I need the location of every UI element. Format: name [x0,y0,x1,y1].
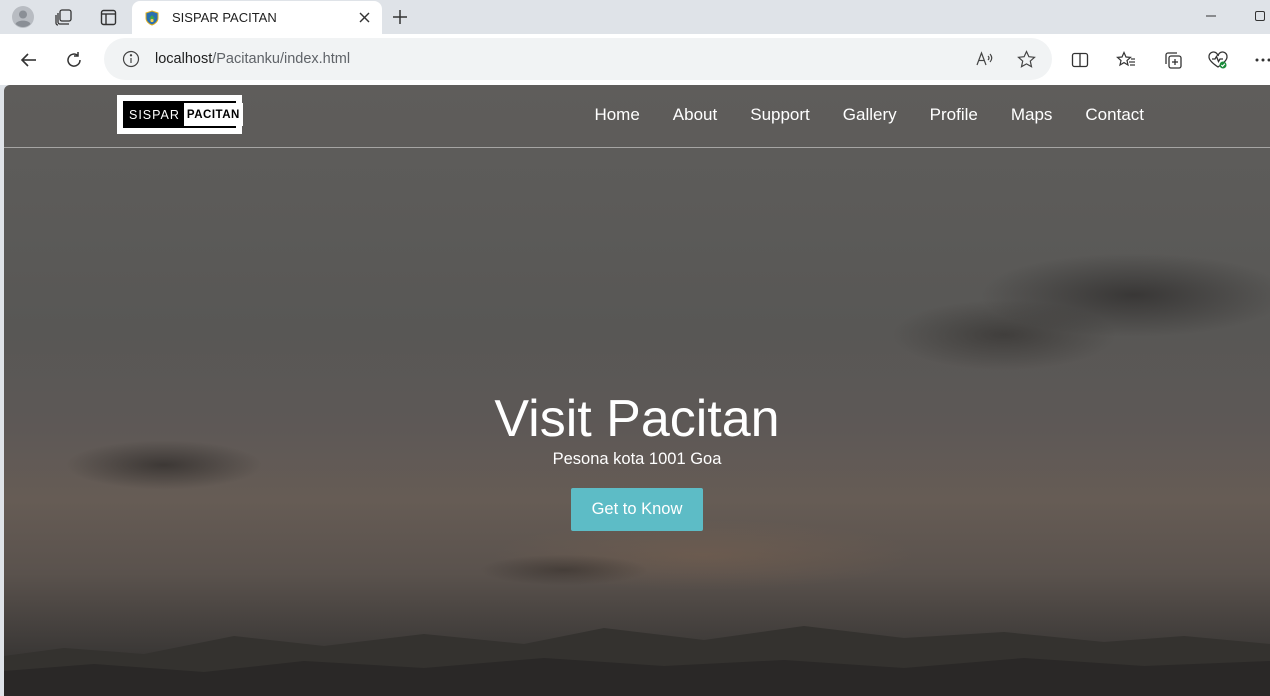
nav-link-maps[interactable]: Maps [1011,105,1053,125]
nav-links: Home About Support Gallery Profile Maps … [561,105,1144,125]
browser-toolbar: localhost/Pacitanku/index.html [0,34,1270,85]
workspaces-icon[interactable] [49,3,79,31]
read-aloud-icon[interactable] [972,47,998,71]
site-navbar: SISPAR PACITAN Home About Support Galler… [4,85,1270,148]
plus-icon[interactable] [386,3,414,31]
favorites-icon[interactable] [1110,44,1142,76]
refresh-icon[interactable] [58,44,90,76]
minimize-icon[interactable] [1191,2,1231,30]
nav-link-support[interactable]: Support [750,105,810,125]
address-bar[interactable]: localhost/Pacitanku/index.html [104,38,1052,80]
site-logo[interactable]: SISPAR PACITAN [117,95,243,134]
star-icon[interactable] [1013,47,1039,71]
nav-link-contact[interactable]: Contact [1085,105,1144,125]
profile-icon[interactable] [8,3,38,31]
tab-title: SISPAR PACITAN [172,10,277,25]
shield-favicon [144,9,160,26]
logo-text-pacitan: PACITAN [183,103,243,126]
back-icon[interactable] [13,44,45,76]
hero-section: Visit Pacitan Pesona kota 1001 Goa Get t… [4,390,1270,531]
nav-link-gallery[interactable]: Gallery [843,105,897,125]
page-viewport: SISPAR PACITAN Home About Support Galler… [4,85,1270,696]
info-icon[interactable] [120,48,142,70]
health-icon[interactable] [1202,44,1234,76]
nav-link-home[interactable]: Home [594,105,639,125]
tab-actions-icon[interactable] [93,3,123,31]
hero-subtitle: Pesona kota 1001 Goa [552,450,722,468]
nav-link-profile[interactable]: Profile [930,105,978,125]
url-text[interactable]: localhost/Pacitanku/index.html [155,51,350,67]
active-tab[interactable]: SISPAR PACITAN [132,1,382,34]
nav-link-about[interactable]: About [673,105,717,125]
logo-text-sispar: SISPAR [125,103,184,126]
collections-icon[interactable] [1157,44,1189,76]
tab-strip: SISPAR PACITAN [0,0,1270,34]
more-icon[interactable] [1247,44,1270,76]
maximize-icon[interactable] [1240,2,1270,30]
split-screen-icon[interactable] [1064,44,1096,76]
hero-title: Visit Pacitan [494,390,780,448]
get-to-know-button[interactable]: Get to Know [570,488,704,531]
mountain-silhouette [4,626,1270,696]
close-icon[interactable] [352,6,376,30]
